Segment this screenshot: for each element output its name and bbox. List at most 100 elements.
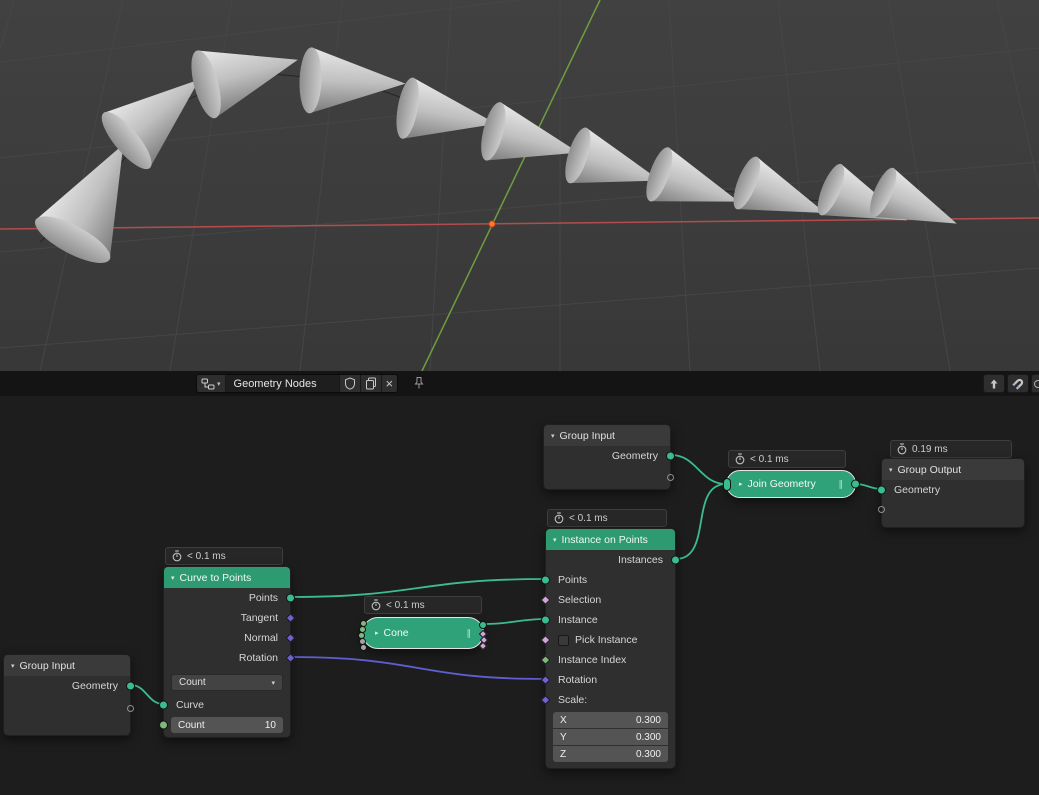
curve-input-socket[interactable] [159, 700, 168, 710]
node-group-input-bottom[interactable]: ▾ Group Input Geometry [3, 654, 135, 736]
instance-input-socket[interactable] [541, 615, 550, 625]
socket-row: Curve [159, 695, 290, 715]
go-to-parent-button[interactable] [983, 374, 1005, 393]
timer-text: < 0.1 ms [386, 599, 425, 611]
socket-label: Pick Instance [575, 634, 638, 646]
points-output-socket[interactable] [286, 593, 295, 603]
socket-row: Instance [541, 610, 675, 630]
clipped-header-button[interactable] [1031, 374, 1039, 393]
instance-index-input-socket[interactable] [540, 655, 551, 665]
node-title: Join Geometry [747, 478, 816, 490]
virtual-socket[interactable] [667, 474, 674, 481]
node-header[interactable]: ▾ Group Output [882, 459, 1024, 480]
socket-label: Points [248, 592, 278, 604]
geometry-output-socket[interactable] [851, 479, 860, 489]
magnet-icon [1011, 378, 1023, 390]
node-cone[interactable]: ▸ Cone ∥ [358, 617, 489, 651]
collapse-chevron-icon[interactable]: ▾ [11, 662, 15, 670]
collapse-chevron-icon[interactable]: ▾ [553, 536, 557, 544]
geometry-input-socket[interactable] [877, 485, 886, 495]
cone-input-socket[interactable] [360, 644, 367, 651]
unlink-datablock-button[interactable]: × [381, 375, 398, 392]
3d-viewport[interactable] [0, 0, 1039, 372]
node-join-geometry[interactable]: ▸ Join Geometry ∥ [723, 470, 860, 498]
geometry-multi-input-socket[interactable] [723, 478, 731, 491]
node-editor-header: ▾ Geometry Nodes × [0, 371, 1039, 396]
link-rotation-rotation [290, 656, 546, 680]
node-header[interactable]: ▾ Curve to Points [164, 567, 290, 588]
snap-toggle[interactable] [1007, 374, 1029, 393]
collapse-chevron-icon[interactable]: ▾ [171, 574, 175, 582]
hidden-sockets-indicator: ∥ [466, 627, 472, 638]
node-title: Group Output [897, 463, 962, 476]
socket-label: Instances [618, 554, 663, 566]
scale-z-field[interactable]: Z 0.300 [553, 746, 668, 762]
socket-label: Geometry [71, 680, 118, 692]
tangent-output-socket[interactable] [285, 613, 296, 623]
collapse-chevron-icon[interactable]: ▾ [889, 466, 893, 474]
mesh-output-socket[interactable] [479, 621, 487, 629]
count-mode-dropdown[interactable]: Count ▾ [171, 674, 283, 691]
socket-row: Points [541, 570, 675, 590]
node-tree-icon [201, 378, 215, 389]
node-tree-type-button[interactable]: ▾ [197, 375, 226, 392]
selection-input-socket[interactable] [540, 595, 551, 605]
node-header[interactable]: ▾ Group Input [4, 655, 130, 676]
expand-chevron-icon[interactable]: ▸ [375, 629, 379, 637]
socket-row: Tangent [164, 608, 296, 628]
axis-value: 0.300 [635, 731, 661, 743]
shield-icon [344, 377, 355, 390]
scale-y-field[interactable]: Y 0.300 [553, 729, 668, 745]
scale-input-socket[interactable] [540, 695, 551, 705]
new-datablock-button[interactable] [360, 375, 382, 392]
node-header[interactable]: ▾ Group Input [544, 425, 670, 446]
rotation-output-socket[interactable] [285, 653, 296, 663]
geometry-output-socket[interactable] [666, 451, 675, 461]
geometry-output-socket[interactable] [126, 681, 135, 691]
node-editor-canvas[interactable]: ▾ Group Input Geometry < 0.1 ms ▸ Join G… [0, 396, 1039, 795]
node-header[interactable]: ▾ Instance on Points [546, 529, 675, 550]
3d-cursor [488, 220, 496, 228]
dropdown-chevron-icon: ▾ [271, 679, 275, 687]
timer-text: < 0.1 ms [569, 512, 608, 524]
axis-label: Y [560, 731, 567, 743]
link-geometry-join [670, 454, 727, 485]
node-instance-on-points[interactable]: ▾ Instance on Points Instances Points Se… [540, 528, 680, 769]
virtual-socket[interactable] [127, 705, 134, 712]
pick-instance-input-socket[interactable] [540, 635, 551, 645]
duplicate-icon [365, 377, 376, 390]
socket-label: Geometry [894, 484, 941, 496]
stopwatch-icon [735, 453, 745, 465]
socket-label: Instance Index [558, 654, 627, 666]
node-title: Cone [383, 627, 409, 639]
node-group-input-top[interactable]: ▾ Group Input Geometry [543, 424, 675, 490]
count-field[interactable]: Count 10 [171, 717, 283, 733]
socket-label: Rotation [238, 652, 278, 664]
timer-text: < 0.1 ms [187, 550, 226, 562]
socket-label: Selection [558, 594, 602, 606]
normal-output-socket[interactable] [285, 633, 296, 643]
instances-output-socket[interactable] [671, 555, 680, 565]
count-input-socket[interactable] [159, 720, 168, 730]
scale-x-field[interactable]: X 0.300 [553, 712, 668, 728]
hidden-sockets-indicator: ∥ [838, 478, 844, 489]
socket-label: Points [558, 574, 588, 586]
axis-label: X [560, 714, 567, 726]
socket-label: Tangent [240, 612, 278, 624]
pin-toggle[interactable] [413, 376, 425, 395]
expand-chevron-icon[interactable]: ▸ [739, 480, 743, 488]
cone-output-socket[interactable] [478, 641, 488, 651]
rotation-input-socket[interactable] [540, 675, 551, 685]
node-curve-to-points[interactable]: ▾ Curve to Points Points Tangent Normal … [159, 566, 296, 738]
node-title: Group Input [559, 429, 615, 442]
points-input-socket[interactable] [541, 575, 550, 585]
socket-row: Rotation [164, 648, 296, 668]
node-group-output[interactable]: ▾ Group Output Geometry [877, 458, 1025, 528]
timer-badge-instance-on-points: < 0.1 ms [547, 509, 667, 527]
node-title: Instance on Points [561, 533, 648, 546]
pick-instance-checkbox[interactable] [558, 634, 569, 646]
fake-user-button[interactable] [339, 375, 361, 392]
virtual-socket[interactable] [878, 506, 885, 513]
collapse-chevron-icon[interactable]: ▾ [551, 432, 555, 440]
node-tree-name-input[interactable]: Geometry Nodes [225, 375, 340, 392]
